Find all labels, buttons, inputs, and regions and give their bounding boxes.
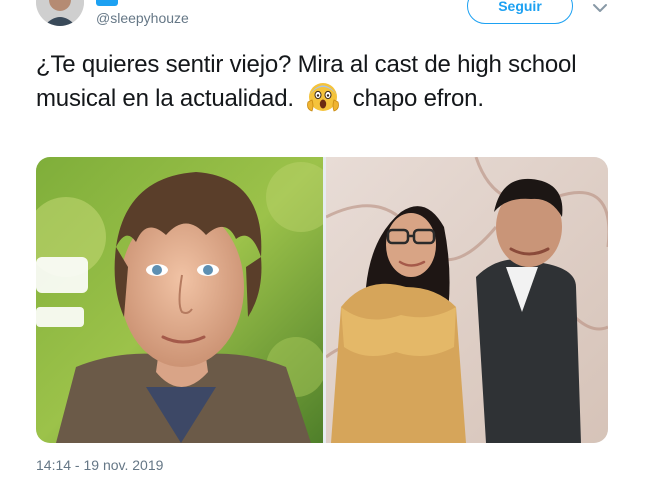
photo-couple[interactable] (326, 157, 608, 443)
chevron-down-icon[interactable] (592, 2, 608, 14)
tweet-header: @sleepyhouze Seguir (0, 0, 650, 40)
tweet-text: ¿Te quieres sentir viejo? Mira al cast d… (36, 48, 626, 116)
tweet-media[interactable] (36, 157, 608, 443)
tweet-text-end: chapo efron. (352, 85, 484, 112)
verified-icon (96, 0, 118, 6)
face-screaming-in-fear-icon (307, 83, 340, 112)
photo-young-actor[interactable] (36, 157, 323, 443)
tweet-timestamp[interactable]: 14:14 - 19 nov. 2019 (36, 457, 163, 473)
follow-button[interactable]: Seguir (467, 0, 573, 24)
user-handle[interactable]: @sleepyhouze (96, 10, 189, 26)
avatar[interactable] (36, 0, 84, 26)
